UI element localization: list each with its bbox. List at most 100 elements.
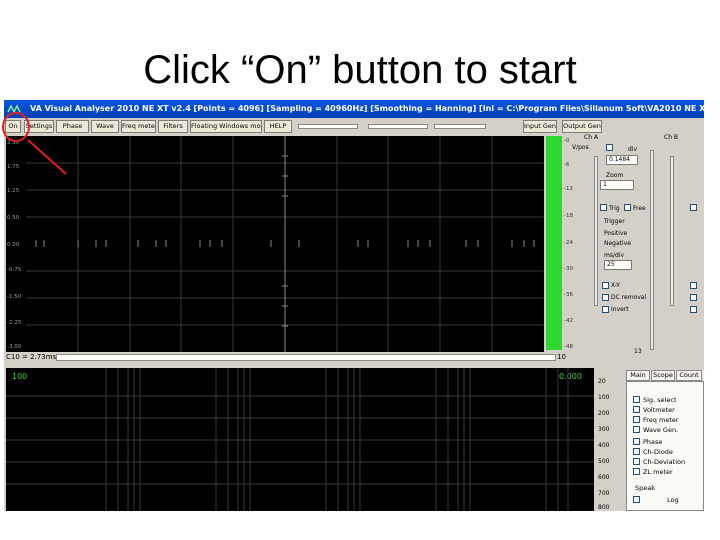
visual-analyser-window: VA Visual Analyser 2010 NE XT v2.4 [Poin… bbox=[4, 100, 704, 511]
on-button-highlight-circle bbox=[2, 112, 30, 142]
scope-y-label: 1.75 bbox=[7, 164, 20, 170]
window-title: VA Visual Analyser 2010 NE XT v2.4 [Poin… bbox=[30, 104, 704, 113]
time-scrollbar-row: C10 = 2.73ms 10 bbox=[4, 352, 566, 364]
filters-button[interactable]: Filters bbox=[158, 120, 188, 133]
scope-y-label: 0.00 bbox=[7, 242, 20, 248]
div-label: div bbox=[628, 146, 638, 153]
time-scrollbar[interactable] bbox=[56, 354, 556, 361]
tab-panel: Sig. select Voltmeter Freq meter Wave Ge… bbox=[626, 381, 704, 511]
tab-count[interactable]: Count bbox=[676, 370, 702, 381]
log-checkbox[interactable] bbox=[633, 496, 640, 503]
toolbar: On Settings Phase Wave Freq meter Filter… bbox=[4, 120, 614, 134]
scope-control-panel: Ch A V/pos div 0.1484 Zoom 1 Trig Free T… bbox=[564, 134, 704, 364]
xy-checkbox[interactable] bbox=[602, 282, 609, 289]
checkbox[interactable] bbox=[633, 406, 640, 413]
tab-item: Voltmeter bbox=[643, 406, 675, 414]
checkbox[interactable] bbox=[633, 416, 640, 423]
divisor-value: 13 bbox=[634, 348, 642, 355]
xy-b-checkbox[interactable] bbox=[690, 282, 697, 289]
tab-main[interactable]: Main bbox=[626, 370, 650, 381]
scope-y-label: -0.75 bbox=[7, 267, 22, 273]
phase-button[interactable]: Phase bbox=[56, 120, 89, 133]
tab-item: Sig. select bbox=[643, 396, 677, 404]
vpos-label: V/pos bbox=[572, 144, 589, 151]
checkbox[interactable] bbox=[633, 448, 640, 455]
speak-group-label: Speak bbox=[635, 484, 655, 492]
trigger-group-label: Trigger bbox=[604, 218, 625, 225]
scope-y-label: -2.25 bbox=[7, 320, 22, 326]
zoom-label: Zoom bbox=[606, 172, 624, 179]
checkbox[interactable] bbox=[633, 468, 640, 475]
vertical-position-slider-a[interactable] bbox=[594, 156, 598, 306]
xy-label: X-Y bbox=[611, 282, 620, 289]
invert-b-checkbox[interactable] bbox=[690, 306, 697, 313]
invert-label: Invert bbox=[611, 306, 629, 313]
input-level-meter bbox=[546, 136, 562, 350]
trig-b-checkbox[interactable] bbox=[690, 204, 697, 211]
scope-y-label: 0.50 bbox=[7, 215, 20, 221]
tab-item: Ch-Diode bbox=[643, 448, 673, 456]
scope-grid bbox=[26, 136, 544, 352]
oscilloscope-display[interactable]: 2.50 1.75 1.25 0.50 0.00 -0.75 -1.50 -2.… bbox=[6, 136, 544, 352]
zoom-input[interactable]: 1 bbox=[600, 180, 634, 190]
ms-div-input[interactable]: 25 bbox=[604, 260, 632, 270]
frequency-label: 700 bbox=[598, 490, 610, 497]
tab-item: Freq meter bbox=[643, 416, 679, 424]
freq-meter-button[interactable]: Freq meter bbox=[121, 120, 156, 133]
output-gen-button[interactable]: Output Gen bbox=[562, 120, 602, 133]
scope-y-label: -3.00 bbox=[7, 344, 22, 350]
positive-radio[interactable]: Positive bbox=[604, 230, 627, 237]
frequency-label: 20 bbox=[598, 378, 606, 385]
slide-title: Click “On” button to start bbox=[143, 48, 577, 92]
function-tabs: Main Scope Count Sig. select Voltmeter F… bbox=[626, 370, 704, 511]
tab-scope[interactable]: Scope bbox=[651, 370, 675, 381]
tab-item: Phase bbox=[643, 438, 663, 446]
trig-label: Trig bbox=[609, 205, 620, 212]
vpos-checkbox[interactable] bbox=[606, 144, 613, 151]
frequency-label: 200 bbox=[598, 410, 610, 417]
input-gen-button[interactable]: Input Gen bbox=[523, 120, 557, 133]
checkbox[interactable] bbox=[633, 438, 640, 445]
help-button[interactable]: HELP bbox=[264, 120, 292, 133]
dc-removal-checkbox[interactable] bbox=[602, 294, 609, 301]
checkbox[interactable] bbox=[633, 396, 640, 403]
channel-b-label: Ch B bbox=[664, 134, 679, 141]
invert-checkbox[interactable] bbox=[602, 306, 609, 313]
spectrum-grid bbox=[6, 368, 594, 511]
frequency-label: 100 bbox=[598, 394, 610, 401]
frequency-axis: 20 100 200 300 400 500 600 700 800 bbox=[596, 370, 622, 511]
timebase-slider[interactable] bbox=[650, 150, 654, 350]
frequency-label: 800 bbox=[598, 504, 610, 511]
frequency-label: 400 bbox=[598, 442, 610, 449]
checkbox[interactable] bbox=[633, 426, 640, 433]
negative-radio[interactable]: Negative bbox=[604, 240, 631, 247]
vertical-position-slider-b[interactable] bbox=[670, 156, 674, 306]
dc-removal-label: DC removal bbox=[611, 294, 647, 301]
dc-removal-b-checkbox[interactable] bbox=[690, 294, 697, 301]
volts-div-input[interactable]: 0.1484 bbox=[606, 155, 638, 165]
tab-item: Wave Gen. bbox=[643, 426, 679, 434]
checkbox[interactable] bbox=[633, 458, 640, 465]
window-titlebar[interactable]: VA Visual Analyser 2010 NE XT v2.4 [Poin… bbox=[4, 100, 704, 118]
free-run-checkbox[interactable] bbox=[624, 204, 631, 211]
gain-slider[interactable] bbox=[368, 124, 428, 129]
scope-y-axis: 2.50 1.75 1.25 0.50 0.00 -0.75 -1.50 -2.… bbox=[6, 136, 26, 352]
tab-item: Ch-Deviation bbox=[643, 458, 686, 466]
floating-windows-button[interactable]: Floating Windows mode bbox=[190, 120, 262, 133]
frequency-label: 300 bbox=[598, 426, 610, 433]
channel-a-label: Ch A bbox=[584, 134, 599, 141]
sensitivity-slider[interactable] bbox=[298, 124, 358, 129]
wave-button[interactable]: Wave bbox=[91, 120, 119, 133]
log-label: Log bbox=[667, 496, 679, 504]
spectrum-display[interactable]: 100 0.000 bbox=[6, 368, 594, 511]
scope-y-label: 1.25 bbox=[7, 188, 20, 194]
time-readout: C10 = 2.73ms bbox=[6, 353, 57, 361]
free-run-label: Free bbox=[633, 205, 646, 212]
frequency-label: 500 bbox=[598, 458, 610, 465]
ms-div-label: ms/div bbox=[604, 252, 625, 259]
frequency-label: 600 bbox=[598, 474, 610, 481]
offset-slider[interactable] bbox=[434, 124, 486, 129]
trig-checkbox[interactable] bbox=[600, 204, 607, 211]
scope-y-label: -1.50 bbox=[7, 294, 22, 300]
tab-item: ZL meter bbox=[643, 468, 673, 476]
